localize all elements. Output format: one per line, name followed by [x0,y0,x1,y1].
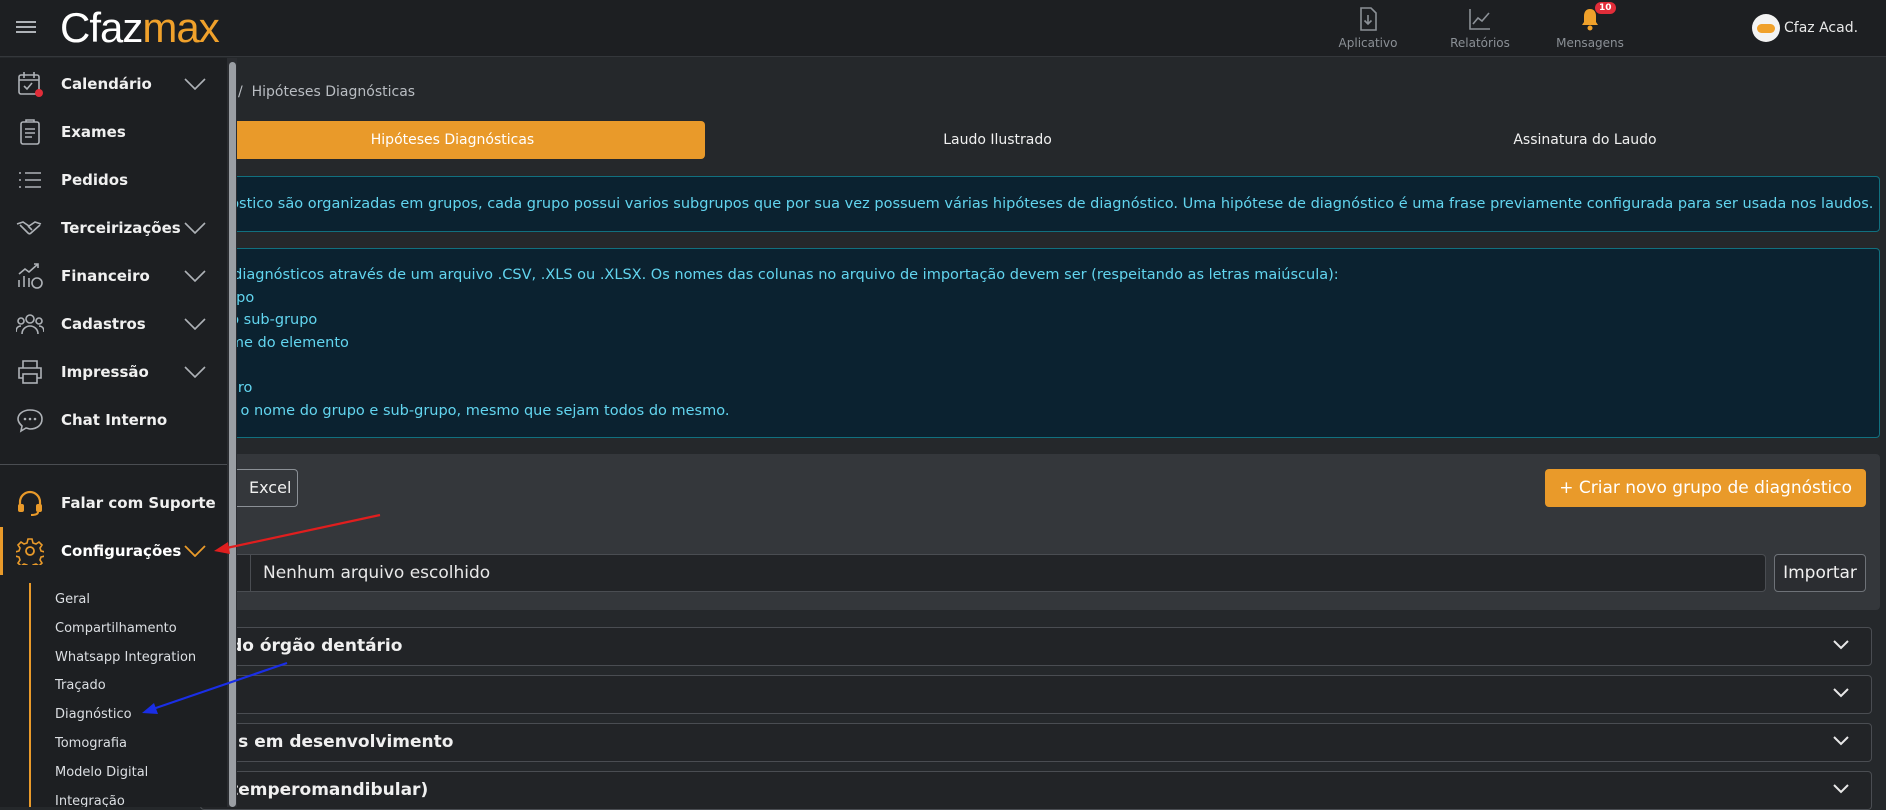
user-menu[interactable]: Cfaz Acad. [1752,14,1858,42]
handshake-icon [16,221,42,235]
submenu-border [29,583,31,807]
sidebar-item-impressao[interactable]: Impressão [0,348,227,396]
chevron-down-icon [184,318,206,330]
tabs: Hipóteses Diagnósticas Laudo Ilustrado A… [200,121,1880,159]
info-text: nóstico são organizadas em grupos, cada … [221,196,1874,212]
info-import-line: acro [221,377,1859,400]
tab-assinatura-do-laudo[interactable]: Assinatura do Laudo [1290,121,1880,159]
chevron-down-icon [184,366,206,378]
tab-hipoteses-diagnosticas[interactable]: Hipóteses Diagnósticas [200,121,705,159]
info-import-line: er o nome do grupo e sub-grupo, mesmo qu… [221,402,730,419]
top-item-aplicativo[interactable]: Aplicativo [1323,6,1413,50]
chevron-down-icon [1833,688,1849,698]
submenu-item-compartilhamento[interactable]: Compartilhamento [55,621,177,636]
printer-icon [18,360,42,384]
sidebar-item-calendario[interactable]: Calendário [0,60,227,108]
chevron-down-icon [184,78,206,90]
sidebar-item-label: Exames [61,123,126,141]
avatar [1752,14,1780,42]
sidebar-item-pedidos[interactable]: Pedidos [0,156,227,204]
logo[interactable]: Cfazmax [60,4,220,52]
breadcrumb-separator: / [238,84,243,100]
sidebar-item-label: Calendário [61,75,152,93]
sidebar-item-label: Financeiro [61,267,150,285]
excel-button-label: Excel [249,478,292,497]
sidebar-item-exames[interactable]: Exames [0,108,227,156]
info-import-line [221,354,1859,377]
hamburger-menu-icon[interactable] [16,18,36,38]
breadcrumb: / Hipóteses Diagnósticas [238,84,415,100]
sidebar-item-label: Pedidos [61,171,129,189]
submenu-item-tomografia[interactable]: Tomografia [55,736,127,751]
top-item-relatorios[interactable]: Relatórios [1435,6,1525,50]
chevron-down-icon [1833,640,1849,650]
chevron-down-icon [184,545,206,557]
sidebar-item-label: Terceirizações [61,219,181,237]
sidebar-item-chat-interno[interactable]: Chat Interno [0,396,227,444]
top-bar: Cfazmax Aplicativo Relatórios 10 Mensage… [0,0,1886,57]
calendar-icon [18,72,43,97]
sidebar-item-falar-com-suporte[interactable]: Falar com Suporte [0,479,227,527]
submenu-item-tracado[interactable]: Traçado [55,678,106,693]
sidebar-item-label: Chat Interno [61,411,168,429]
user-name: Cfaz Acad. [1784,20,1859,36]
sidebar-item-terceirizacoes[interactable]: Terceirizações [0,204,227,252]
sidebar-item-label: Cadastros [61,315,146,333]
top-item-label: Mensagens [1556,36,1624,50]
info-alert-import: s diagnósticos através de um arquivo .CS… [200,248,1880,438]
clipboard-icon [20,119,40,145]
diagnostic-group-item[interactable]: ão do órgão dentário [200,627,1872,666]
sidebar-item-label: Configurações [61,542,182,560]
chevron-down-icon [184,222,206,234]
group-title: árias em desenvolvimento [201,732,454,752]
breadcrumb-current: Hipóteses Diagnósticas [251,84,416,100]
chart-icon [1469,9,1490,30]
sidebar-scrollbar[interactable] [229,62,236,807]
submenu-item-geral[interactable]: Geral [55,592,90,607]
users-icon [16,314,44,335]
info-import-line: ome do elemento [221,334,349,351]
info-import-line: rupo [221,289,255,306]
submenu-item-modelo-digital[interactable]: Modelo Digital [55,765,148,780]
diagnostic-group-item[interactable] [200,675,1872,714]
sidebar-item-cadastros[interactable]: Cadastros [0,300,227,348]
top-item-mensagens[interactable]: 10 Mensagens [1545,2,1635,50]
top-item-label: Aplicativo [1338,36,1398,50]
sidebar-item-financeiro[interactable]: Financeiro [0,252,227,300]
chevron-down-icon [1833,736,1849,746]
chevron-down-icon [1833,784,1849,794]
notification-badge: 10 [1595,2,1616,14]
sidebar: Calendário Exames Pedidos Terceirizações… [0,58,227,807]
top-item-label: Relatórios [1450,36,1510,50]
submenu-item-integracao[interactable]: Integração [55,794,125,807]
submenu-item-whatsapp-integration[interactable]: Whatsapp Integration [55,650,196,665]
diagnostic-group-item[interactable]: ão temperomandibular) [200,771,1872,810]
gear-icon [16,538,44,565]
chat-icon [17,409,43,433]
logo-text-1: Cfaz [60,4,143,51]
headset-icon [18,490,42,516]
create-diagnostic-group-button[interactable]: + Criar novo grupo de diagnóstico [1545,469,1866,507]
info-import-line: s diagnósticos através de um arquivo .CS… [221,267,1339,283]
diagnostic-group-item[interactable]: árias em desenvolvimento [200,723,1872,762]
logo-text-2: max [142,4,219,51]
tab-laudo-ilustrado[interactable]: Laudo Ilustrado [705,121,1290,159]
main-content: / Hipóteses Diagnósticas Hipóteses Diagn… [0,58,1886,810]
chevron-down-icon [184,270,206,282]
sidebar-item-configuracoes[interactable]: Configurações [0,527,227,575]
diagnostic-toolbar: Excel + Criar novo grupo de diagnóstico … [200,454,1880,610]
sidebar-item-label: Falar com Suporte [61,494,216,512]
submenu-item-diagnostico[interactable]: Diagnóstico [55,707,132,722]
sidebar-divider [0,464,227,465]
finance-icon [18,263,43,289]
sidebar-item-label: Impressão [61,363,149,381]
file-name-text: Nenhum arquivo escolhido [263,563,491,583]
info-alert-groups: nóstico são organizadas em grupos, cada … [200,176,1880,232]
download-doc-icon [1360,7,1377,31]
import-button[interactable]: Importar [1774,554,1866,592]
info-import-line: do sub-grupo [221,312,318,329]
list-icon [19,172,41,188]
file-input[interactable]: Nenhum arquivo escolhido [218,554,1766,592]
